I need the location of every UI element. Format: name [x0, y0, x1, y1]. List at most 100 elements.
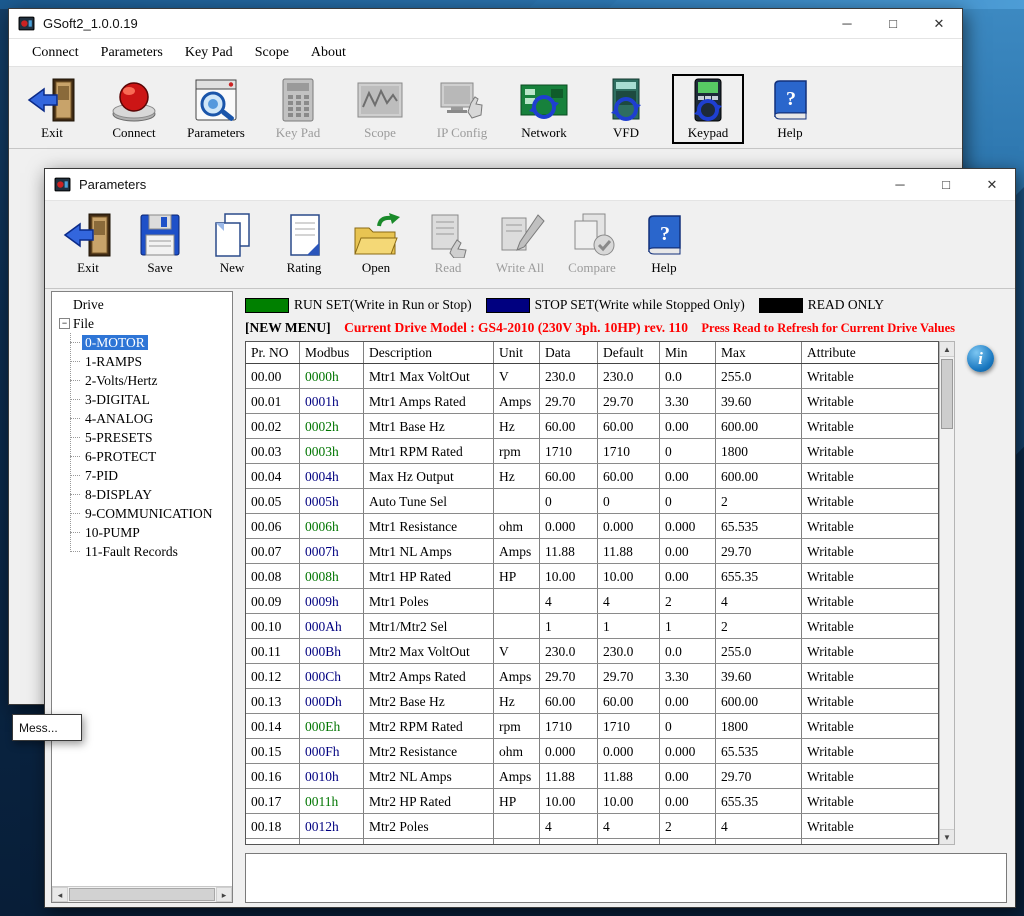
params-open-button[interactable]: Open [343, 209, 409, 279]
table-row[interactable]: 00.17 0011h Mtr2 HP Rated HP 10.00 10.00… [246, 789, 938, 814]
close-icon[interactable]: ✕ [916, 9, 962, 38]
scrollbar-thumb[interactable] [69, 888, 215, 901]
help-book-icon: ? [765, 77, 815, 123]
toolbar-network-button[interactable]: Network [508, 74, 580, 144]
params-rating-button[interactable]: Rating [271, 209, 337, 279]
cell-description: Mtr2 Poles [364, 814, 494, 838]
tree-item[interactable]: 0-MOTOR [70, 333, 232, 352]
toolbar-keypad-device-button[interactable]: Keypad [672, 74, 744, 144]
cell-data[interactable]: 10.00 [540, 564, 598, 588]
table-row[interactable]: 00.12 000Ch Mtr2 Amps Rated Amps 29.70 2… [246, 664, 938, 689]
menu-item[interactable]: About [300, 41, 357, 65]
minimize-icon[interactable]: ─ [824, 9, 870, 38]
menu-item[interactable]: Scope [244, 41, 300, 65]
tree-item-drive[interactable]: Drive [56, 295, 232, 314]
tree-item-file[interactable]: − File [56, 314, 232, 333]
info-icon[interactable]: i [967, 345, 994, 372]
table-row[interactable]: 00.14 000Eh Mtr2 RPM Rated rpm 1710 1710… [246, 714, 938, 739]
cell-data[interactable]: 11.88 [540, 764, 598, 788]
cell-data[interactable]: 60.00 [540, 464, 598, 488]
cell-pr-no: 00.00 [246, 364, 300, 388]
menu-item[interactable]: Connect [21, 41, 90, 65]
cell-default: 60.00 [598, 414, 660, 438]
table-row[interactable]: 00.06 0006h Mtr1 Resistance ohm 0.000 0.… [246, 514, 938, 539]
cell-data[interactable]: 0.000 [540, 739, 598, 763]
cell-unit [494, 589, 540, 613]
close-icon[interactable]: ✕ [969, 169, 1015, 200]
table-row[interactable]: 00.02 0002h Mtr1 Base Hz Hz 60.00 60.00 … [246, 414, 938, 439]
table-vertical-scrollbar[interactable]: ▲ ▼ [939, 341, 955, 845]
minimize-icon[interactable]: ─ [877, 169, 923, 200]
scroll-down-icon[interactable]: ▼ [940, 829, 954, 844]
cell-data[interactable]: 11.88 [540, 539, 598, 563]
scroll-up-icon[interactable]: ▲ [940, 342, 954, 357]
params-save-button[interactable]: Save [127, 209, 193, 279]
tree-item[interactable]: 2-Volts/Hertz [70, 371, 232, 390]
table-row[interactable]: 00.08 0008h Mtr1 HP Rated HP 10.00 10.00… [246, 564, 938, 589]
menu-item[interactable]: Key Pad [174, 41, 244, 65]
cell-data[interactable]: 10.00 [540, 789, 598, 813]
tree-item[interactable]: 9-COMMUNICATION [70, 504, 232, 523]
params-new-button[interactable]: New [199, 209, 265, 279]
cell-max: 65.535 [716, 739, 802, 763]
tree-item[interactable]: 10-PUMP [70, 523, 232, 542]
table-row[interactable]: 00.18 0012h Mtr2 Poles 4 4 2 4 Writable [246, 814, 938, 839]
scroll-right-icon[interactable]: ▸ [216, 887, 232, 902]
table-row[interactable]: 00.10 000Ah Mtr1/Mtr2 Sel 1 1 1 2 Writab… [246, 614, 938, 639]
table-row[interactable]: 00.04 0004h Max Hz Output Hz 60.00 60.00… [246, 464, 938, 489]
cell-data[interactable]: 0 [540, 489, 598, 513]
table-row[interactable]: 00.15 000Fh Mtr2 Resistance ohm 0.000 0.… [246, 739, 938, 764]
scrollbar-thumb[interactable] [941, 359, 953, 429]
cell-data[interactable]: 0.000 [540, 514, 598, 538]
cell-data[interactable]: 60.00 [540, 414, 598, 438]
cell-data[interactable]: 1710 [540, 439, 598, 463]
maximize-icon[interactable]: □ [923, 169, 969, 200]
tree-item[interactable]: 1-RAMPS [70, 352, 232, 371]
write-all-pencil-icon [495, 212, 545, 258]
cell-data[interactable]: 4 [540, 589, 598, 613]
table-row[interactable]: 00.09 0009h Mtr1 Poles 4 4 2 4 Writable [246, 589, 938, 614]
table-row[interactable]: 00.13 000Dh Mtr2 Base Hz Hz 60.00 60.00 … [246, 689, 938, 714]
table-row[interactable]: 00.11 000Bh Mtr2 Max VoltOut V 230.0 230… [246, 639, 938, 664]
table-row[interactable]: 00.19 0013h Password 0 0 0 65535 Read On… [246, 839, 938, 845]
scroll-left-icon[interactable]: ◂ [52, 887, 68, 902]
scrollbar-track[interactable] [68, 887, 216, 902]
collapse-icon[interactable]: − [59, 318, 70, 329]
table-row[interactable]: 00.01 0001h Mtr1 Amps Rated Amps 29.70 2… [246, 389, 938, 414]
table-row[interactable]: 00.07 0007h Mtr1 NL Amps Amps 11.88 11.8… [246, 539, 938, 564]
tree-item[interactable]: 11-Fault Records [70, 542, 232, 561]
tree-item[interactable]: 3-DIGITAL [70, 390, 232, 409]
cell-data[interactable]: 60.00 [540, 689, 598, 713]
main-titlebar[interactable]: GSoft2_1.0.0.19 ─ □ ✕ [9, 9, 962, 39]
menu-item[interactable]: Parameters [90, 41, 174, 65]
table-row[interactable]: 00.05 0005h Auto Tune Sel 0 0 0 2 Writab… [246, 489, 938, 514]
toolbar-exit-button[interactable]: Exit [16, 74, 88, 144]
toolbar-help-button[interactable]: ? Help [754, 74, 826, 144]
tree-item[interactable]: 6-PROTECT [70, 447, 232, 466]
toolbar-vfd-button[interactable]: VFD [590, 74, 662, 144]
params-titlebar[interactable]: Parameters ─ □ ✕ [45, 169, 1015, 201]
table-row[interactable]: 00.03 0003h Mtr1 RPM Rated rpm 1710 1710… [246, 439, 938, 464]
tree-item[interactable]: 4-ANALOG [70, 409, 232, 428]
tree-item[interactable]: 7-PID [70, 466, 232, 485]
cell-data[interactable]: 29.70 [540, 664, 598, 688]
cell-data[interactable]: 0 [540, 839, 598, 845]
table-row[interactable]: 00.16 0010h Mtr2 NL Amps Amps 11.88 11.8… [246, 764, 938, 789]
cell-data[interactable]: 230.0 [540, 364, 598, 388]
tree-horizontal-scrollbar[interactable]: ◂ ▸ [52, 886, 232, 902]
message-window[interactable]: Mess... [12, 714, 82, 741]
cell-data[interactable]: 230.0 [540, 639, 598, 663]
params-help-button[interactable]: ? Help [631, 209, 697, 279]
toolbar-connect-button[interactable]: Connect [98, 74, 170, 144]
cell-data[interactable]: 1 [540, 614, 598, 638]
tree-item[interactable]: 8-DISPLAY [70, 485, 232, 504]
cell-data[interactable]: 4 [540, 814, 598, 838]
table-row[interactable]: 00.00 0000h Mtr1 Max VoltOut V 230.0 230… [246, 364, 938, 389]
maximize-icon[interactable]: □ [870, 9, 916, 38]
params-exit-button[interactable]: Exit [55, 209, 121, 279]
cell-data[interactable]: 1710 [540, 714, 598, 738]
cell-pr-no: 00.01 [246, 389, 300, 413]
tree-item[interactable]: 5-PRESETS [70, 428, 232, 447]
toolbar-parameters-button[interactable]: Parameters [180, 74, 252, 144]
cell-data[interactable]: 29.70 [540, 389, 598, 413]
